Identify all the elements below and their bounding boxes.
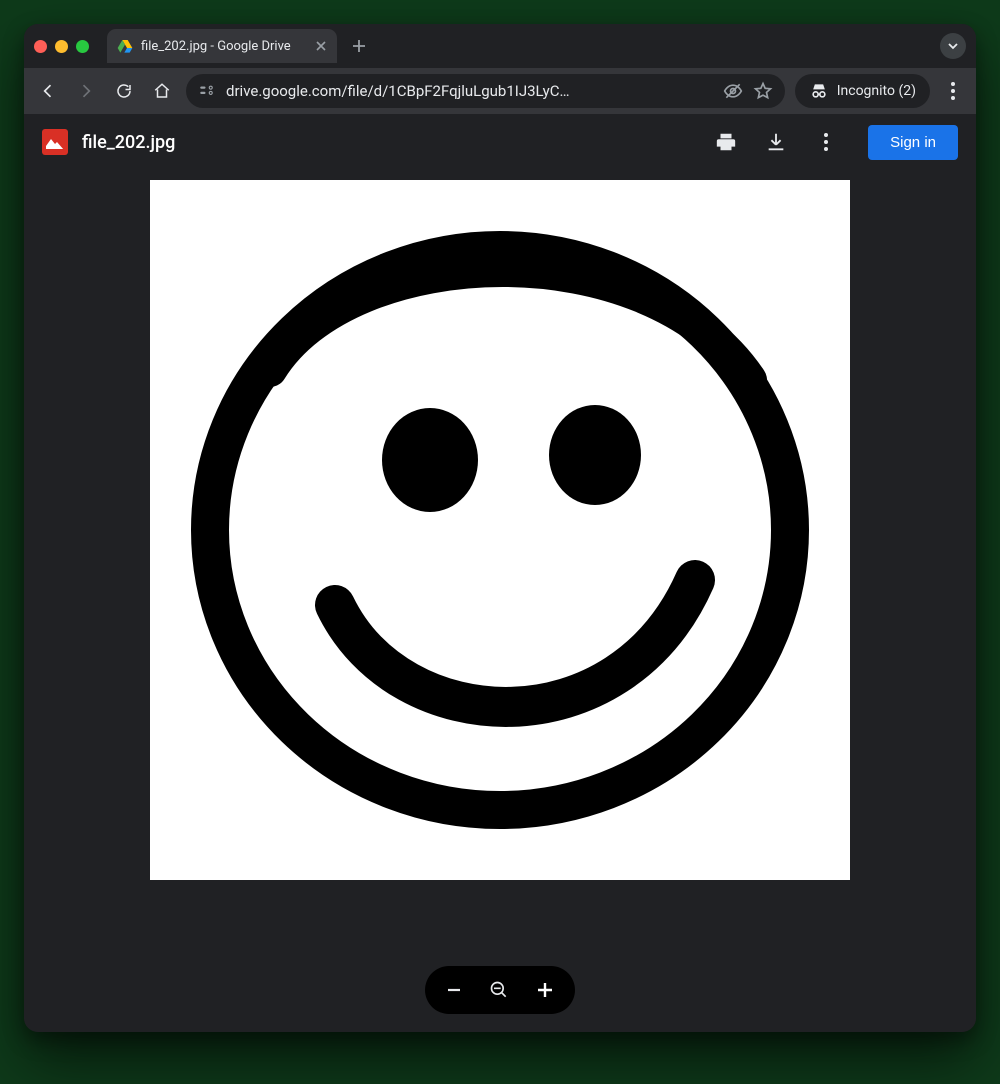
browser-tab[interactable]: file_202.jpg - Google Drive (107, 29, 337, 63)
window-controls (34, 40, 89, 53)
tab-title: file_202.jpg - Google Drive (141, 39, 307, 54)
download-button[interactable] (758, 124, 794, 160)
file-name: file_202.jpg (82, 132, 694, 153)
forward-button[interactable] (72, 77, 100, 105)
url-text: drive.google.com/file/d/1CBpF2FqjluLgub1… (226, 82, 713, 100)
eye-off-icon[interactable] (723, 81, 743, 101)
reload-button[interactable] (110, 77, 138, 105)
address-bar[interactable]: drive.google.com/file/d/1CBpF2FqjluLgub1… (186, 74, 785, 108)
drive-header: file_202.jpg Sign in (24, 114, 976, 170)
incognito-indicator[interactable]: Incognito (2) (795, 74, 930, 108)
site-settings-icon[interactable] (198, 82, 216, 100)
close-tab-button[interactable] (315, 40, 327, 52)
image-viewer (24, 170, 976, 1032)
minimize-window-button[interactable] (55, 40, 68, 53)
image-content (150, 180, 850, 880)
print-button[interactable] (708, 124, 744, 160)
new-tab-button[interactable] (345, 38, 373, 54)
browser-toolbar: drive.google.com/file/d/1CBpF2FqjluLgub1… (24, 68, 976, 114)
tab-strip: file_202.jpg - Google Drive (24, 24, 976, 68)
bookmark-star-icon[interactable] (753, 81, 773, 101)
sign-in-button[interactable]: Sign in (868, 125, 958, 160)
home-button[interactable] (148, 77, 176, 105)
tab-overflow-button[interactable] (940, 33, 966, 59)
drive-favicon-icon (117, 38, 133, 54)
incognito-icon (809, 81, 829, 101)
zoom-reset-button[interactable] (489, 980, 509, 1000)
back-button[interactable] (34, 77, 62, 105)
zoom-toolbar (425, 966, 575, 1014)
close-window-button[interactable] (34, 40, 47, 53)
fullscreen-window-button[interactable] (76, 40, 89, 53)
browser-menu-button[interactable] (940, 82, 966, 100)
browser-window: file_202.jpg - Google Drive (24, 24, 976, 1032)
zoom-in-button[interactable] (535, 980, 555, 1000)
more-actions-button[interactable] (808, 124, 844, 160)
incognito-label: Incognito (2) (837, 83, 916, 99)
zoom-out-button[interactable] (445, 981, 463, 999)
file-type-icon (42, 129, 68, 155)
